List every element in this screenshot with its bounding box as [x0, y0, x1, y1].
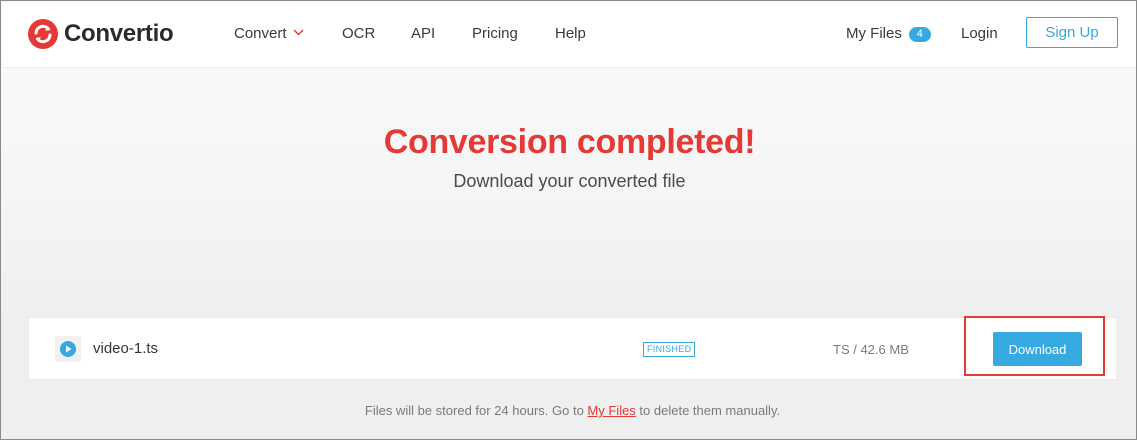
page-frame: Convertio Convert OCR API Pricing Help M… — [0, 0, 1137, 440]
signup-button[interactable]: Sign Up — [1026, 17, 1118, 48]
nav-ocr[interactable]: OCR — [342, 24, 375, 44]
my-files-label: My Files — [846, 25, 902, 42]
file-row: video-1.ts FINISHED TS / 42.6 MB Downloa… — [28, 316, 1117, 380]
convertio-logo-icon — [28, 19, 58, 49]
nav-convert-label: Convert — [234, 25, 287, 42]
my-files-count-badge: 4 — [908, 27, 931, 42]
top-header: Convertio Convert OCR API Pricing Help M… — [2, 2, 1136, 68]
nav-api[interactable]: API — [411, 24, 435, 44]
nav-login[interactable]: Login — [961, 24, 998, 44]
storage-note: Files will be stored for 24 hours. Go to… — [28, 380, 1117, 439]
nav-my-files[interactable]: My Files 4 — [846, 24, 931, 44]
file-name: video-1.ts — [93, 340, 159, 357]
file-format-size: TS / 42.6 MB — [833, 342, 909, 357]
page-title: Conversion completed! — [383, 123, 756, 161]
my-files-link[interactable]: My Files — [587, 403, 635, 418]
storage-note-text-start: Files will be stored for 24 hours. Go to — [364, 403, 588, 418]
nav-help[interactable]: Help — [555, 24, 586, 44]
logo[interactable]: Convertio — [28, 18, 174, 50]
brand-name: Convertio — [64, 20, 174, 47]
download-button[interactable]: Download — [993, 332, 1082, 366]
storage-note-text-end: to delete them manually. — [635, 403, 781, 418]
page-subtitle: Download your converted file — [453, 171, 686, 191]
nav-convert[interactable]: Convert — [234, 24, 304, 44]
nav-pricing[interactable]: Pricing — [472, 24, 518, 44]
play-icon — [60, 341, 76, 357]
chevron-down-icon — [293, 29, 304, 36]
status-badge: FINISHED — [643, 342, 696, 357]
file-preview[interactable] — [55, 336, 81, 362]
